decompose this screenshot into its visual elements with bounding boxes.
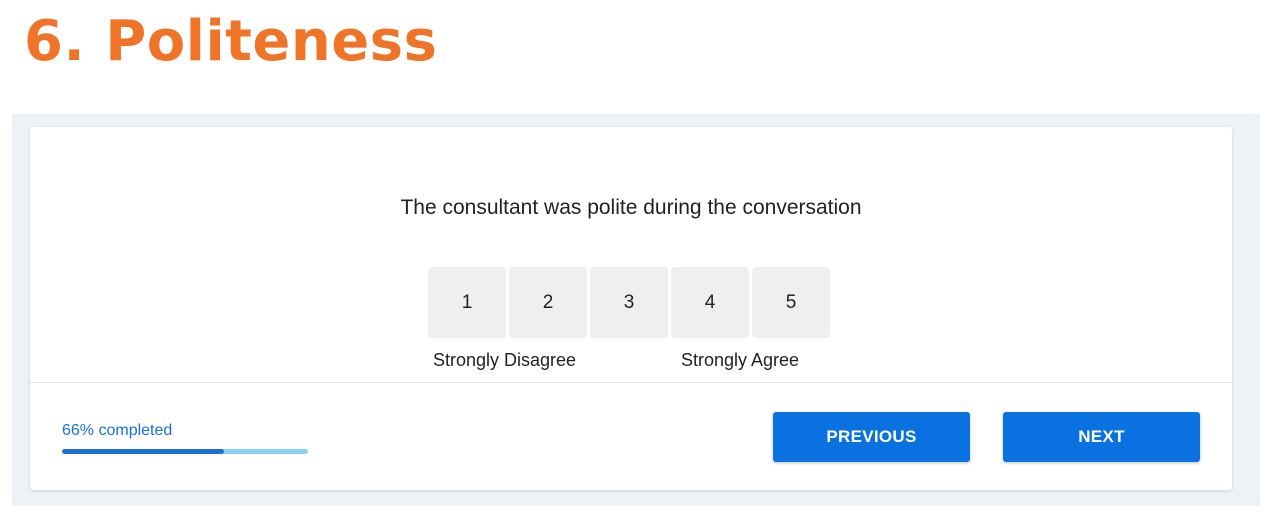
previous-button[interactable]: PREVIOUS [773,412,970,462]
rating-option-1[interactable]: 1 [428,267,506,338]
rating-option-2[interactable]: 2 [509,267,587,338]
rating-option-3[interactable]: 3 [590,267,668,338]
page-title: 6. Politeness [24,9,438,74]
rating-option-5[interactable]: 5 [752,267,830,338]
scale-max-label: Strongly Agree [681,350,800,370]
progress-bar [62,449,308,454]
question-text: The consultant was polite during the con… [400,196,862,219]
survey-page: 6. Politeness The consultant was polite … [0,0,1268,526]
rating-scale: 1 2 3 4 5 [428,267,830,338]
rating-option-4[interactable]: 4 [671,267,749,338]
next-button[interactable]: NEXT [1003,412,1200,462]
scale-min-label: Strongly Disagree [433,350,577,370]
progress-bar-fill [62,449,225,454]
progress-label: 66% completed [62,422,173,439]
card-divider [30,382,1232,383]
survey-card: The consultant was polite during the con… [30,127,1232,490]
